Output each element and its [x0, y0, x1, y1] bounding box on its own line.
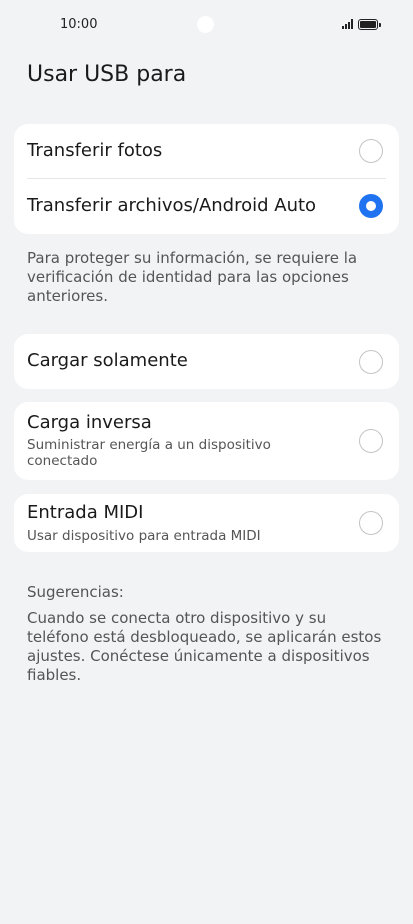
option-sublabel: Usar dispositivo para entrada MIDI [27, 528, 261, 544]
radio-button[interactable] [359, 511, 383, 535]
radio-button[interactable] [359, 429, 383, 453]
radio-button-selected[interactable] [359, 194, 383, 218]
status-time: 10:00 [60, 17, 98, 32]
option-label: Carga inversa [27, 412, 152, 433]
option-label: Transferir fotos [27, 140, 163, 161]
option-transfer-files[interactable]: Transferir archivos/Android Auto [14, 179, 399, 234]
identity-note: Para proteger su información, se requier… [27, 249, 358, 305]
signal-icon [342, 19, 353, 29]
reverse-charge-card: Carga inversa Suministrar energía a un d… [14, 402, 399, 480]
midi-card: Entrada MIDI Usar dispositivo para entra… [14, 494, 399, 552]
tips-text: Cuando se conecta otro dispositivo y su … [27, 609, 382, 684]
radio-button[interactable] [359, 350, 383, 374]
radio-button[interactable] [359, 139, 383, 163]
option-transfer-photos[interactable]: Transferir fotos [14, 124, 399, 178]
camera-cutout [197, 16, 214, 33]
status-bar: 10:00 [0, 0, 413, 50]
usb-mode-group: Transferir fotos Transferir archivos/And… [14, 124, 399, 234]
option-label: Cargar solamente [27, 350, 188, 371]
option-charge-only[interactable]: Cargar solamente [14, 334, 399, 389]
option-sublabel: Suministrar energía a un dispositivo con… [27, 437, 271, 469]
status-icons [342, 17, 381, 31]
charge-only-card: Cargar solamente [14, 334, 399, 389]
tips-heading: Sugerencias: [27, 583, 124, 601]
option-midi[interactable]: Entrada MIDI Usar dispositivo para entra… [14, 494, 399, 552]
page-title: Usar USB para [27, 62, 187, 87]
option-reverse-charge[interactable]: Carga inversa Suministrar energía a un d… [14, 402, 399, 480]
option-label: Transferir archivos/Android Auto [27, 195, 317, 216]
option-label: Entrada MIDI [27, 502, 144, 523]
battery-icon [358, 18, 381, 30]
